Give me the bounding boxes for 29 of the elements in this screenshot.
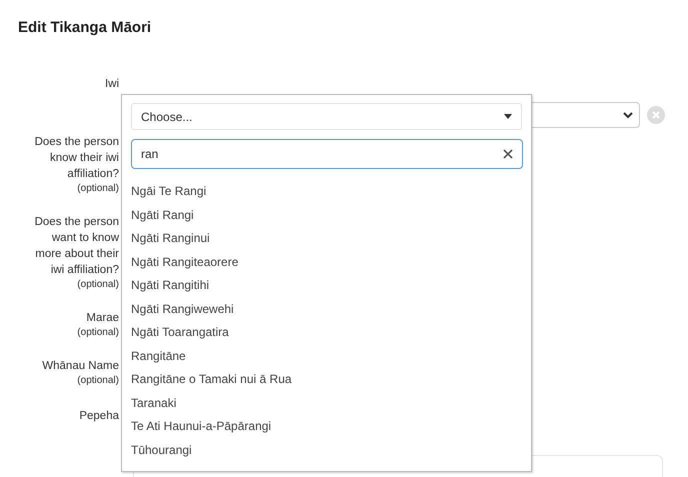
optional-hint: (optional)	[77, 182, 119, 196]
field-label: Whānau Name	[42, 358, 119, 374]
optional-hint: (optional)	[77, 374, 119, 388]
dropdown-option[interactable]: Tūhourangi	[131, 438, 292, 462]
dropdown-option[interactable]: Ngāti Ranginui	[131, 227, 292, 250]
dropdown-option[interactable]: Ngāti Rangiteaorere	[131, 250, 292, 274]
caret-down-icon	[504, 114, 512, 119]
dropdown-option[interactable]: Ngāti Toarangatira	[131, 321, 292, 344]
dropdown-option[interactable]: Rangitāne o Tamaki nui ā Rua	[131, 368, 292, 392]
choose-select[interactable]: Choose...	[131, 103, 522, 130]
clear-icon[interactable]	[647, 106, 665, 124]
dropdown-option[interactable]: Ngāti Rangitihi	[131, 274, 292, 298]
field-label: Marae	[86, 310, 119, 326]
optional-hint: (optional)	[77, 278, 119, 292]
dropdown-option[interactable]: Rangitāne	[131, 344, 292, 368]
field-label: Pepeha	[79, 408, 119, 424]
dropdown-option[interactable]: Ngāti Rangiwewehi	[131, 298, 292, 321]
page-title: Edit Tikanga Māori	[18, 18, 152, 38]
field-label: Does the person know their iwi affiliation?	[34, 134, 119, 182]
dropdown-option[interactable]: Te Ati Haunui-a-Pāpārangi	[131, 415, 292, 438]
close-icon[interactable]	[503, 149, 513, 159]
dropdown-option[interactable]: Ngāti Rangi	[131, 204, 292, 227]
field-label: Does the person want to know more about their iwi affiliation?	[34, 214, 119, 278]
search-field[interactable]: ran	[131, 139, 523, 169]
dropdown-option[interactable]: Taranaki	[131, 392, 292, 415]
chevron-down-icon	[623, 112, 633, 118]
field-label: Iwi	[104, 76, 119, 92]
optional-hint: (optional)	[77, 326, 119, 340]
dropdown-option[interactable]: Ngāi Te Rangi	[131, 180, 292, 204]
